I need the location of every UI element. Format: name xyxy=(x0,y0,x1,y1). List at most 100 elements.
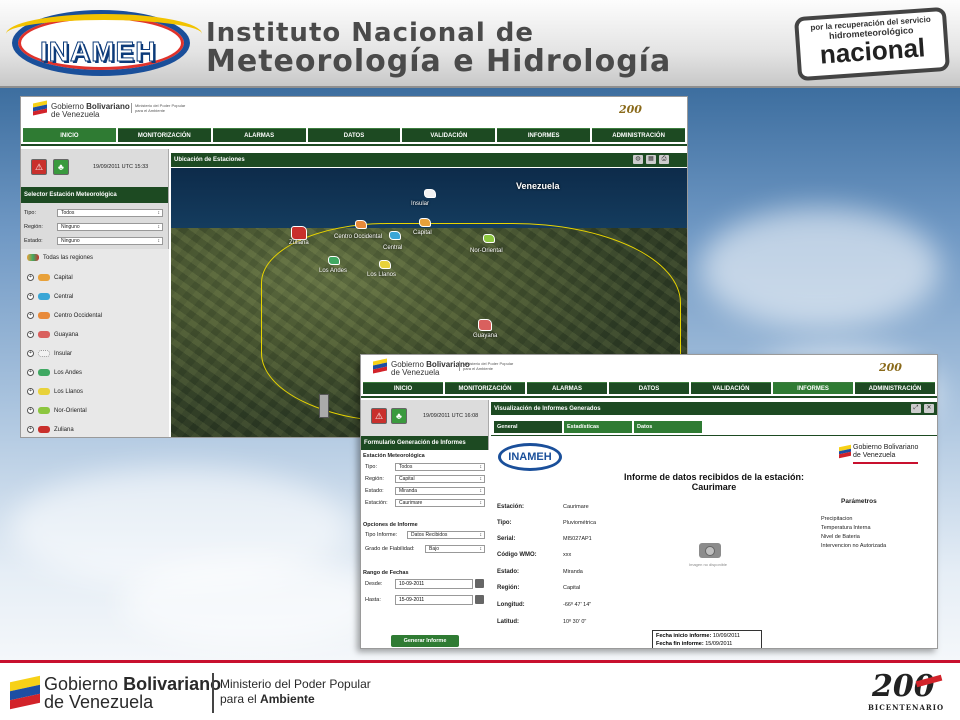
type-select[interactable]: Todos xyxy=(395,463,485,471)
calendar-icon[interactable] xyxy=(475,595,484,604)
datetime-display: 19/09/2011 UTC 15:33 xyxy=(93,164,149,170)
nav-administracion[interactable]: ADMINISTRACIÓN xyxy=(855,382,935,394)
cloud-decoration xyxy=(120,558,380,648)
expand-icon[interactable]: + xyxy=(27,331,34,338)
nav-alarmas[interactable]: ALARMAS xyxy=(527,382,607,394)
region-pin-nor-oriental[interactable] xyxy=(483,234,495,243)
field-label: Tipo: xyxy=(365,464,378,470)
filter-type-select[interactable]: Todos xyxy=(57,209,163,217)
tree-icon[interactable]: ♣ xyxy=(53,159,69,175)
zoom-slider[interactable] xyxy=(319,394,329,418)
expand-icon[interactable]: + xyxy=(27,312,34,319)
region-item[interactable]: + Los Andes xyxy=(27,369,82,376)
map-label-capital: Capital xyxy=(413,230,432,236)
region-pin-los-andes[interactable] xyxy=(328,256,340,265)
nav-validacion[interactable]: VALIDACIÓN xyxy=(691,382,771,394)
alarm-icon[interactable]: ⚠ xyxy=(371,408,387,424)
generate-report-button[interactable]: Generar Informe xyxy=(391,635,459,647)
bicentenario-number: 200 xyxy=(872,669,935,704)
region-item[interactable]: + Centro Occidental xyxy=(27,312,102,319)
globe-icon[interactable]: ◍ xyxy=(633,155,643,164)
reliability-select[interactable]: Bajo xyxy=(425,545,485,553)
tab-datos[interactable]: Datos xyxy=(634,421,702,433)
region-item[interactable]: + Central xyxy=(27,293,73,300)
region-pin-guayana[interactable] xyxy=(478,319,492,331)
to-date-input[interactable]: 15-09-2011 xyxy=(395,595,473,605)
field-value: Capital xyxy=(563,585,581,591)
nav-informes[interactable]: INFORMES xyxy=(773,382,853,394)
grid-icon[interactable]: ▦ xyxy=(646,155,656,164)
expand-icon[interactable]: + xyxy=(27,274,34,281)
field-value: -66º 47' 14" xyxy=(563,602,592,608)
tab-general[interactable]: General xyxy=(494,421,562,433)
report-type-select[interactable]: Datos Recibidos xyxy=(407,531,485,539)
region-pin-central[interactable] xyxy=(389,231,401,240)
tree-icon[interactable]: ♣ xyxy=(391,408,407,424)
from-date-input[interactable]: 10-09-2011 xyxy=(395,579,473,589)
gov-word: Gobierno xyxy=(44,674,119,694)
expand-icon[interactable]: + xyxy=(27,426,34,433)
region-item[interactable]: + Los Llanos xyxy=(27,388,83,395)
nav-inicio[interactable]: INICIO xyxy=(23,128,116,142)
param-item: Nivel de Bateria xyxy=(821,534,860,540)
region-pin-capital[interactable] xyxy=(419,218,431,227)
report-title: Informe de datos recibidos de la estació… xyxy=(491,472,937,492)
field-label: Región: xyxy=(365,476,384,482)
region-shape-icon xyxy=(38,426,50,433)
region-item[interactable]: + Guayana xyxy=(27,331,78,338)
print-icon[interactable]: ⎙ xyxy=(659,155,669,164)
region-pin-los-llanos[interactable] xyxy=(379,260,391,269)
region-label: Los Andes xyxy=(54,369,83,376)
region-shape-icon xyxy=(38,331,50,338)
recovery-badge: por la recuperación del servicio hidrome… xyxy=(793,6,951,82)
reliability-label: Grado de Fiabilidad: xyxy=(365,546,415,552)
nav-administracion[interactable]: ADMINISTRACIÓN xyxy=(592,128,686,142)
ministry-line1: Ministerio del Poder Popular xyxy=(220,677,371,691)
state-select[interactable]: Miranda xyxy=(395,487,485,495)
map-label-insular: Insular xyxy=(411,201,430,207)
nav-validacion[interactable]: VALIDACIÓN xyxy=(402,128,496,142)
field-value: Caurimare xyxy=(563,504,589,510)
expand-icon[interactable]: + xyxy=(27,350,34,357)
region-list: Todas las regiones + Capital + Central + Ce… xyxy=(21,249,169,437)
filter-state-label: Estado: xyxy=(24,238,43,244)
venezuela-flag-icon xyxy=(10,675,40,710)
nav-datos[interactable]: DATOS xyxy=(307,128,401,142)
param-item: Precipitacion xyxy=(821,516,853,522)
tab-estadisticas[interactable]: Estadísticas xyxy=(564,421,632,433)
nav-monitorizacion[interactable]: MONITORIZACIÓN xyxy=(117,128,211,142)
region-pin-centro-occidental[interactable] xyxy=(355,220,367,229)
station-section-title: Estación Meteorológica xyxy=(363,453,425,459)
region-all[interactable]: Todas las regiones xyxy=(27,254,93,261)
expand-icon[interactable]: + xyxy=(27,369,34,376)
nav-monitorizacion[interactable]: MONITORIZACIÓN xyxy=(445,382,525,394)
region-item[interactable]: + Insular xyxy=(27,350,72,357)
nav-datos[interactable]: DATOS xyxy=(609,382,689,394)
region-item[interactable]: + Capital xyxy=(27,274,73,281)
nav-informes[interactable]: INFORMES xyxy=(497,128,591,142)
gov-word-bold: Bolivariano xyxy=(123,674,222,694)
nav-inicio[interactable]: INICIO xyxy=(363,382,443,394)
region-pin-zuliana[interactable] xyxy=(291,226,307,240)
region-select[interactable]: Capital xyxy=(395,475,485,483)
expand-icon[interactable]: ⤢ xyxy=(911,404,921,413)
footer-ministry: Ministerio del Poder Popular para el Amb… xyxy=(220,677,371,707)
alarm-icon[interactable]: ⚠ xyxy=(31,159,47,175)
close-icon[interactable]: ✕ xyxy=(924,404,934,413)
region-item[interactable]: + Nor-Oriental xyxy=(27,407,87,414)
map-tools: ◍ ▦ ⎙ xyxy=(633,155,669,164)
station-select[interactable]: Caurimare xyxy=(395,499,485,507)
end-date-value: 15/09/2011 xyxy=(705,641,733,647)
filter-region-select[interactable]: Ninguno xyxy=(57,223,163,231)
region-shape-icon xyxy=(38,350,50,357)
region-item[interactable]: + Zuliana xyxy=(27,426,74,433)
map-label-nor-oriental: Nor-Oriental xyxy=(470,248,503,254)
region-shape-icon xyxy=(38,274,50,281)
calendar-icon[interactable] xyxy=(475,579,484,588)
expand-icon[interactable]: + xyxy=(27,407,34,414)
filter-state-select[interactable]: Ninguno xyxy=(57,237,163,245)
expand-icon[interactable]: + xyxy=(27,388,34,395)
region-pin-insular[interactable] xyxy=(424,189,436,198)
expand-icon[interactable]: + xyxy=(27,293,34,300)
nav-alarmas[interactable]: ALARMAS xyxy=(212,128,306,142)
